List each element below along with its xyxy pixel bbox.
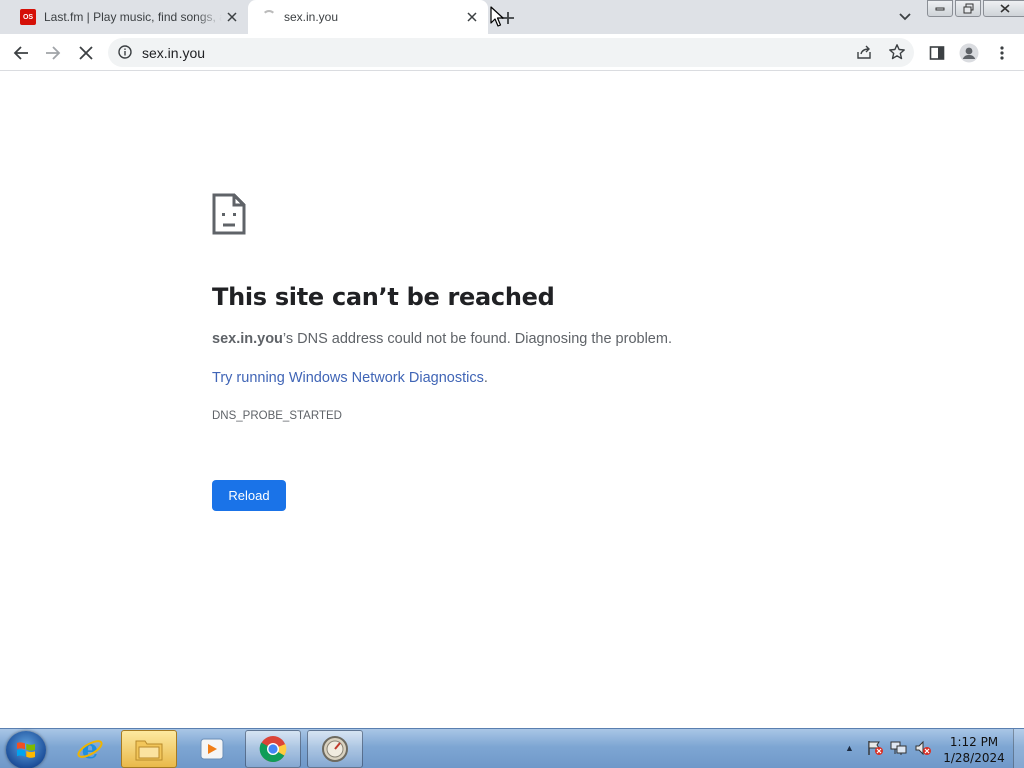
- minimize-button[interactable]: [927, 0, 953, 17]
- error-code: DNS_PROBE_STARTED: [212, 410, 342, 422]
- reload-button[interactable]: Reload: [212, 480, 286, 511]
- network-icon[interactable]: [890, 740, 908, 756]
- system-clock[interactable]: 1:12 PM 1/28/2024: [940, 734, 1008, 766]
- gauge-app-icon: [322, 736, 348, 762]
- diagnostics-line: Try running Windows Network Diagnostics.: [212, 370, 488, 386]
- address-bar[interactable]: sex.in.you: [108, 38, 914, 67]
- folder-icon: [135, 740, 163, 761]
- error-host: sex.in.you: [212, 331, 283, 347]
- sad-document-icon: [212, 193, 246, 240]
- tab-title: sex.in.you: [284, 10, 339, 24]
- bookmark-star-icon[interactable]: [888, 43, 906, 66]
- window-close-button[interactable]: [983, 0, 1024, 17]
- tab-strip: OS Last.fm | Play music, find songs, and…: [0, 0, 1024, 34]
- taskbar-file-explorer[interactable]: [121, 730, 177, 768]
- taskbar: e ▲ 1:12 PM 1/28/2024: [0, 728, 1024, 768]
- forward-button[interactable]: [40, 40, 66, 66]
- tray-overflow-icon[interactable]: ▲: [845, 743, 854, 753]
- volume-muted-icon[interactable]: [914, 740, 932, 756]
- close-icon: [1000, 4, 1010, 13]
- svg-text:e: e: [82, 735, 99, 764]
- side-panel-button[interactable]: [924, 40, 950, 66]
- chevron-down-icon: [899, 13, 911, 21]
- tab-active[interactable]: sex.in.you: [248, 0, 488, 34]
- browser-toolbar: sex.in.you: [0, 34, 1024, 71]
- action-center-icon[interactable]: [866, 740, 884, 756]
- taskbar-media-player[interactable]: [184, 730, 240, 768]
- lastfm-icon: OS: [20, 9, 36, 25]
- error-description-text: ’s DNS address could not be found. Diagn…: [282, 331, 672, 347]
- clock-time: 1:12 PM: [949, 735, 999, 749]
- minimize-icon: [935, 7, 945, 10]
- back-button[interactable]: [8, 40, 34, 66]
- mouse-cursor-icon: [490, 6, 504, 33]
- network-diagnostics-link[interactable]: Try running Windows Network Diagnostics: [212, 370, 484, 386]
- taskbar-internet-explorer[interactable]: e: [62, 730, 118, 768]
- loading-spinner-icon: [262, 10, 276, 24]
- close-icon[interactable]: [222, 7, 242, 27]
- show-desktop-button[interactable]: [1013, 729, 1024, 768]
- taskbar-app[interactable]: [307, 730, 363, 768]
- clock-date: 1/28/2024: [943, 751, 1005, 765]
- menu-button[interactable]: [989, 40, 1015, 66]
- error-title: This site can’t be reached: [212, 283, 555, 311]
- share-icon[interactable]: [856, 44, 872, 65]
- info-icon[interactable]: [118, 45, 132, 64]
- media-player-icon: [200, 738, 224, 760]
- profile-button[interactable]: [956, 40, 982, 66]
- restore-icon: [963, 3, 973, 14]
- url-text[interactable]: sex.in.you: [142, 45, 205, 61]
- restore-button[interactable]: [955, 0, 981, 17]
- tab-lastfm[interactable]: OS Last.fm | Play music, find songs, and…: [8, 0, 248, 34]
- tab-search-button[interactable]: [894, 8, 916, 26]
- side-panel-icon: [929, 46, 945, 60]
- kebab-menu-icon: [1000, 46, 1004, 60]
- tab-title: Last.fm | Play music, find songs, and di…: [44, 10, 222, 24]
- avatar-icon: [959, 43, 979, 63]
- window-controls: [927, 0, 1024, 18]
- stop-loading-button[interactable]: [73, 40, 99, 66]
- arrow-left-icon: [13, 46, 28, 60]
- start-button[interactable]: [6, 731, 46, 768]
- link-suffix: .: [483, 370, 488, 386]
- close-icon: [79, 46, 93, 60]
- arrow-right-icon: [46, 46, 61, 60]
- taskbar-chrome[interactable]: [245, 730, 301, 768]
- internet-explorer-icon: e: [77, 735, 103, 764]
- close-icon[interactable]: [462, 7, 482, 27]
- chrome-icon: [259, 736, 287, 762]
- error-description: sex.in.you’s DNS address could not be fo…: [212, 331, 672, 347]
- windows-logo-icon: [17, 742, 35, 758]
